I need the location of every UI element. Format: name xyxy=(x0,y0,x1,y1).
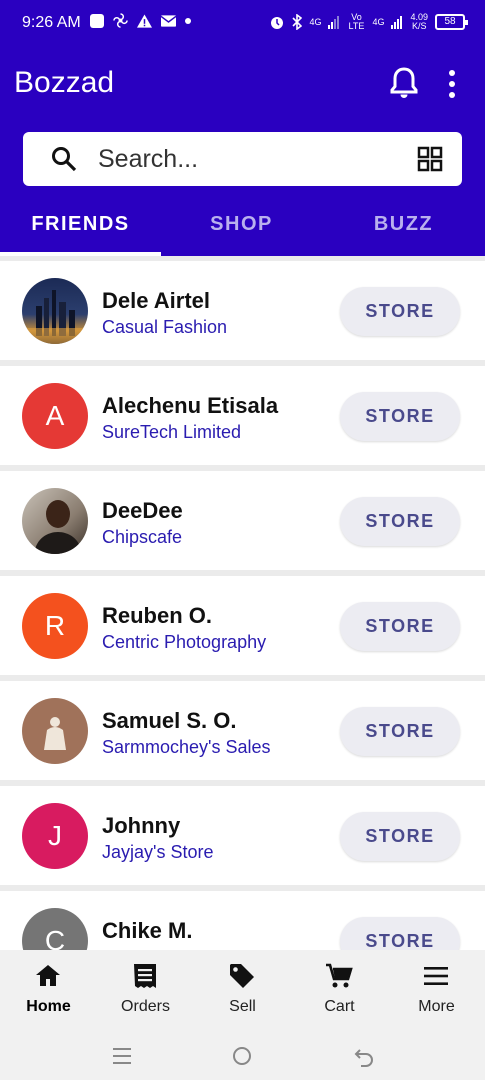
recent-apps-icon[interactable] xyxy=(110,1044,134,1068)
city-photo-icon xyxy=(22,290,88,344)
store-name: Chipscafe xyxy=(102,527,183,547)
app-notification-icon xyxy=(90,13,104,28)
store-name: Centric Photography xyxy=(102,632,267,652)
list-item[interactable]: J Johnny Jayjay's Store STORE xyxy=(0,786,485,885)
nav-orders[interactable]: Orders xyxy=(97,950,194,1032)
tag-icon xyxy=(230,964,254,988)
store-button[interactable]: STORE xyxy=(340,497,460,546)
app-header: 9:26 AM 4G Vo LTE 4G 4.09K/S 58 Bozzad F… xyxy=(0,0,485,256)
list-item[interactable]: R Reuben O. Centric Photography STORE xyxy=(0,576,485,675)
back-icon[interactable] xyxy=(352,1044,376,1068)
menu-icon xyxy=(424,967,448,985)
list-item[interactable]: DeeDee Chipscafe STORE xyxy=(0,471,485,570)
list-item[interactable]: C Chike M. STORE xyxy=(0,891,485,950)
tab-shop[interactable]: SHOP xyxy=(161,213,322,236)
store-button[interactable]: STORE xyxy=(340,812,460,861)
search-icon xyxy=(52,147,77,172)
nav-home[interactable]: Home xyxy=(0,950,97,1032)
avatar xyxy=(22,698,88,764)
person-photo-icon xyxy=(34,500,82,554)
store-name: Jayjay's Store xyxy=(102,842,214,862)
friend-name: Alechenu Etisala xyxy=(102,393,279,418)
nav-orders-label: Orders xyxy=(121,998,170,1015)
bluetooth-icon xyxy=(292,14,303,30)
store-button[interactable]: STORE xyxy=(340,917,460,950)
avatar xyxy=(22,488,88,554)
avatar xyxy=(22,278,88,344)
store-button[interactable]: STORE xyxy=(340,707,460,756)
avatar: J xyxy=(22,803,88,869)
list-item[interactable]: Dele Airtel Casual Fashion STORE xyxy=(0,261,485,360)
alarm-icon xyxy=(271,17,284,29)
avatar: R xyxy=(22,593,88,659)
store-button[interactable]: STORE xyxy=(340,602,460,651)
friend-name: Johnny xyxy=(102,813,181,838)
nav-sell-label: Sell xyxy=(229,998,256,1015)
warning-icon xyxy=(137,13,152,28)
search-input[interactable] xyxy=(98,140,398,178)
signal-icon xyxy=(328,16,340,29)
notification-icons xyxy=(90,13,191,28)
volte-label: Vo LTE xyxy=(348,12,365,31)
status-time: 9:26 AM xyxy=(22,14,81,31)
avatar: C xyxy=(22,908,88,950)
signal-icon xyxy=(391,16,403,29)
system-icons: 4G Vo LTE 4G 4.09 K/S 58 xyxy=(269,12,468,31)
tab-friends[interactable]: FRIENDS xyxy=(0,213,161,236)
list-item[interactable]: Samuel S. O. Sarmmochey's Sales STORE xyxy=(0,681,485,780)
store-name: Sarmmochey's Sales xyxy=(102,737,271,757)
friend-name: Dele Airtel xyxy=(102,288,211,313)
nav-cart[interactable]: Cart xyxy=(291,950,388,1032)
tab-bar: FRIENDS SHOP BUZZ xyxy=(0,200,485,256)
net-speed: 4.09 K/S xyxy=(410,13,428,31)
receipt-icon xyxy=(134,964,156,988)
home-icon xyxy=(36,965,60,986)
list-item[interactable]: A Alechenu Etisala SureTech Limited STOR… xyxy=(0,366,485,465)
friend-name: Samuel S. O. xyxy=(102,708,237,733)
battery-icon: 58 xyxy=(435,14,468,30)
network-label-2: 4G xyxy=(372,16,385,27)
friend-name: DeeDee xyxy=(102,498,183,523)
status-bar: 9:26 AM 4G Vo LTE 4G 4.09 K/S 58 xyxy=(0,0,485,48)
fan-icon xyxy=(113,13,128,28)
app-title: Bozzad xyxy=(14,66,115,99)
friends-list: Dele Airtel Casual Fashion STORE A Alech… xyxy=(0,256,485,950)
tab-buzz[interactable]: BUZZ xyxy=(323,213,484,236)
nav-cart-label: Cart xyxy=(324,998,355,1015)
bell-icon[interactable] xyxy=(388,66,420,100)
nav-sell[interactable]: Sell xyxy=(194,950,291,1032)
nav-more[interactable]: More xyxy=(388,950,485,1032)
mail-icon xyxy=(161,14,176,27)
dot-icon xyxy=(185,17,191,24)
nav-more-label: More xyxy=(418,998,455,1015)
cart-icon xyxy=(326,963,353,988)
store-name: Casual Fashion xyxy=(102,317,228,337)
bottom-navigation: Home Orders Sell Cart More xyxy=(0,950,485,1032)
home-circle-icon[interactable] xyxy=(230,1044,254,1068)
network-label-1: 4G xyxy=(309,16,322,27)
search-bar[interactable] xyxy=(23,132,462,186)
friend-name: Reuben O. xyxy=(102,603,213,628)
store-button[interactable]: STORE xyxy=(340,392,460,441)
more-vert-icon[interactable] xyxy=(442,68,462,100)
avatar: A xyxy=(22,383,88,449)
friend-name: Chike M. xyxy=(102,918,193,943)
net-speed-unit: K/S xyxy=(411,21,427,31)
qr-scan-icon[interactable] xyxy=(417,146,443,172)
ghost-figure-icon xyxy=(44,717,66,750)
store-name: SureTech Limited xyxy=(102,422,242,442)
nav-home-label: Home xyxy=(26,998,71,1015)
system-navigation-bar xyxy=(0,1032,485,1080)
store-button[interactable]: STORE xyxy=(340,287,460,336)
